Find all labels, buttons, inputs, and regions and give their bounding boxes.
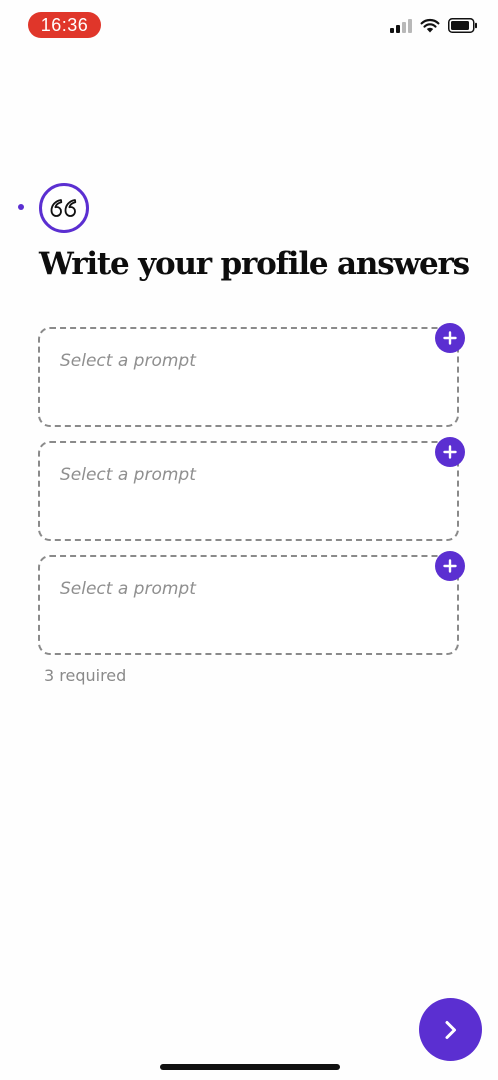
add-prompt-button[interactable] <box>435 323 465 353</box>
prompt-slot-1[interactable]: Select a prompt <box>38 323 465 427</box>
chevron-right-icon <box>445 1020 456 1039</box>
quote-icon <box>39 183 89 233</box>
plus-icon <box>443 331 457 345</box>
prompt-placeholder: Select a prompt <box>60 579 196 599</box>
page-title: Write your profile answers <box>39 246 470 282</box>
battery-icon <box>448 18 477 33</box>
status-icons <box>390 18 478 33</box>
cellular-signal-icon <box>390 18 412 33</box>
add-prompt-button[interactable] <box>435 551 465 581</box>
home-indicator[interactable] <box>160 1064 340 1070</box>
prompt-slot-2[interactable]: Select a prompt <box>38 437 465 541</box>
add-prompt-button[interactable] <box>435 437 465 467</box>
required-count-note: 3 required <box>44 666 127 685</box>
prompt-placeholder: Select a prompt <box>60 465 196 485</box>
prompt-placeholder: Select a prompt <box>60 351 196 371</box>
wifi-icon <box>420 18 440 33</box>
status-bar: 16:36 <box>0 0 498 50</box>
next-button[interactable] <box>419 998 482 1061</box>
prompt-slot-3[interactable]: Select a prompt <box>38 551 465 655</box>
status-time: 16:36 <box>28 12 101 38</box>
plus-icon <box>443 559 457 573</box>
progress-dot <box>18 204 24 210</box>
plus-icon <box>443 445 457 459</box>
